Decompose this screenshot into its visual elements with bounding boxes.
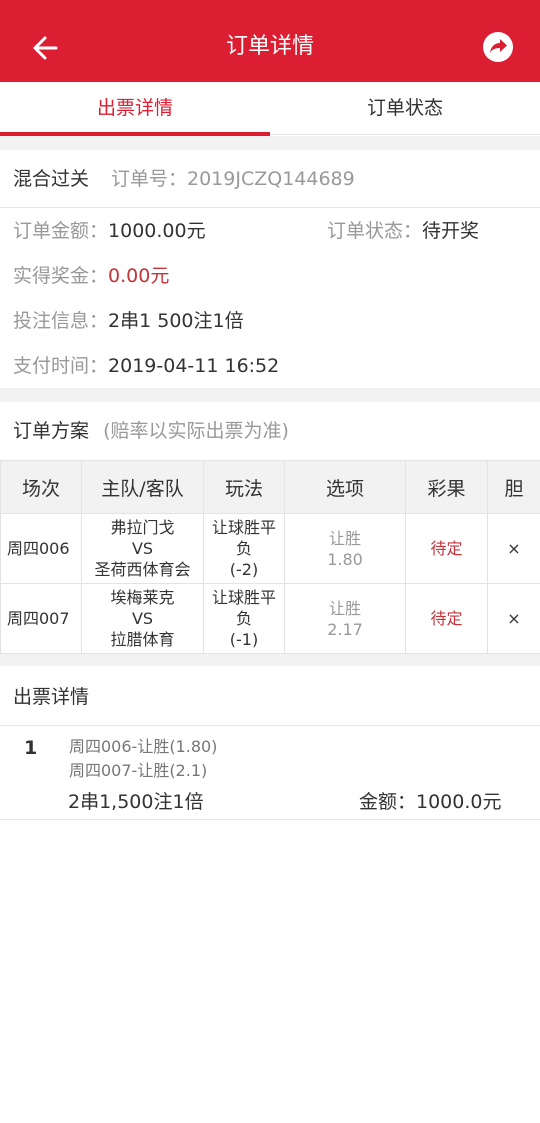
order-amount-row: 订单金额：1000.00元	[13, 218, 206, 244]
pay-time-label: 支付时间：	[13, 355, 109, 377]
col-header-match: 场次	[0, 460, 82, 514]
order-number: 订单号：2019JCZQ144689	[111, 168, 355, 190]
ticket-selection: 周四007-让胜(2.1)	[69, 761, 208, 780]
order-amount-value: 1000.00元	[108, 220, 206, 242]
order-type: 混合过关	[13, 168, 90, 190]
option-cell: 让胜 2.17	[284, 583, 406, 654]
home-team: 弗拉门戈	[110, 518, 175, 537]
tab-ticket-details[interactable]: 出票详情	[0, 82, 270, 136]
play-type: 让球胜平	[211, 518, 276, 537]
section-divider	[0, 136, 540, 150]
order-status-label: 订单状态：	[327, 220, 423, 242]
page-title: 订单详情	[225, 34, 314, 59]
table-row: 周四006 弗拉门戈 VS 圣荷西体育会 让球胜平 负 (-2) 让胜 1.80…	[0, 513, 540, 584]
teams-cell: 弗拉门戈 VS 圣荷西体育会	[81, 513, 204, 584]
plan-title: 订单方案	[13, 420, 90, 442]
divider	[0, 725, 540, 726]
home-team: 埃梅莱克	[110, 588, 175, 607]
play-type-cont: 负	[235, 609, 252, 628]
order-status-row: 订单状态：待开奖	[327, 218, 479, 244]
col-header-teams: 主队/客队	[81, 460, 204, 514]
ticket-bet: 2串1,500注1倍	[68, 791, 204, 813]
app-header: 订单详情	[0, 0, 540, 82]
match-cell: 周四007	[0, 583, 82, 654]
divider	[0, 207, 540, 208]
option-odds: 1.80	[327, 549, 363, 569]
bet-info-value: 2串1 500注1倍	[108, 310, 244, 332]
away-team: 圣荷西体育会	[94, 560, 191, 579]
bet-info-row: 投注信息：2串1 500注1倍	[13, 308, 244, 334]
prize-row: 实得奖金：0.00元	[13, 263, 169, 289]
option-label: 让胜	[328, 528, 361, 548]
bet-info-label: 投注信息：	[13, 310, 109, 332]
match-cell: 周四006	[0, 513, 82, 584]
banker-cell: ×	[487, 513, 540, 584]
pay-time-value: 2019-04-11 16:52	[108, 355, 280, 377]
tab-order-status[interactable]: 订单状态	[270, 82, 540, 135]
col-header-option: 选项	[284, 460, 406, 514]
ticket-selection: 周四006-让胜(1.80)	[69, 737, 218, 756]
ticket-index: 1	[24, 737, 38, 759]
option-odds: 2.17	[327, 619, 363, 639]
col-header-play: 玩法	[203, 460, 285, 514]
away-team: 拉腊体育	[110, 630, 175, 649]
option-label: 让胜	[328, 598, 361, 618]
play-cell: 让球胜平 负 (-1)	[203, 583, 285, 654]
banker-cell: ×	[487, 583, 540, 654]
plan-note: (赔率以实际出票为准)	[103, 420, 289, 442]
play-type: 让球胜平	[211, 588, 276, 607]
table-header-row: 场次 主队/客队 玩法 选项 彩果 胆	[0, 460, 540, 514]
ticket-amount: 金额：1000.0元	[359, 791, 502, 813]
divider	[0, 819, 540, 820]
share-icon[interactable]	[482, 31, 514, 63]
order-amount-label: 订单金额：	[13, 220, 109, 242]
prize-value: 0.00元	[108, 265, 170, 287]
tickets-title: 出票详情	[13, 686, 90, 708]
option-cell: 让胜 1.80	[284, 513, 406, 584]
play-type-cont: 负	[235, 539, 252, 558]
tab-bar: 出票详情 订单状态	[0, 82, 540, 136]
vs-label: VS	[131, 539, 154, 558]
section-divider	[0, 388, 540, 402]
tab-label: 出票详情	[96, 97, 173, 119]
tab-label: 订单状态	[366, 97, 443, 119]
plan-header: 订单方案 (赔率以实际出票为准)	[13, 418, 289, 444]
col-header-result: 彩果	[405, 460, 488, 514]
prize-label: 实得奖金：	[13, 265, 109, 287]
pay-time-row: 支付时间：2019-04-11 16:52	[13, 353, 279, 379]
section-divider	[0, 654, 540, 666]
result-cell: 待定	[405, 583, 488, 654]
result-cell: 待定	[405, 513, 488, 584]
plan-table: 场次 主队/客队 玩法 选项 彩果 胆 周四006 弗拉门戈 VS 圣荷西体育会…	[0, 460, 540, 654]
order-status-value: 待开奖	[422, 220, 480, 242]
col-header-banker: 胆	[487, 460, 540, 514]
vs-label: VS	[131, 609, 154, 628]
table-row: 周四007 埃梅莱克 VS 拉腊体育 让球胜平 负 (-1) 让胜 2.17 待…	[0, 583, 540, 654]
handicap: (-2)	[229, 560, 259, 579]
teams-cell: 埃梅莱克 VS 拉腊体育	[81, 583, 204, 654]
play-cell: 让球胜平 负 (-2)	[203, 513, 285, 584]
handicap: (-1)	[229, 630, 259, 649]
